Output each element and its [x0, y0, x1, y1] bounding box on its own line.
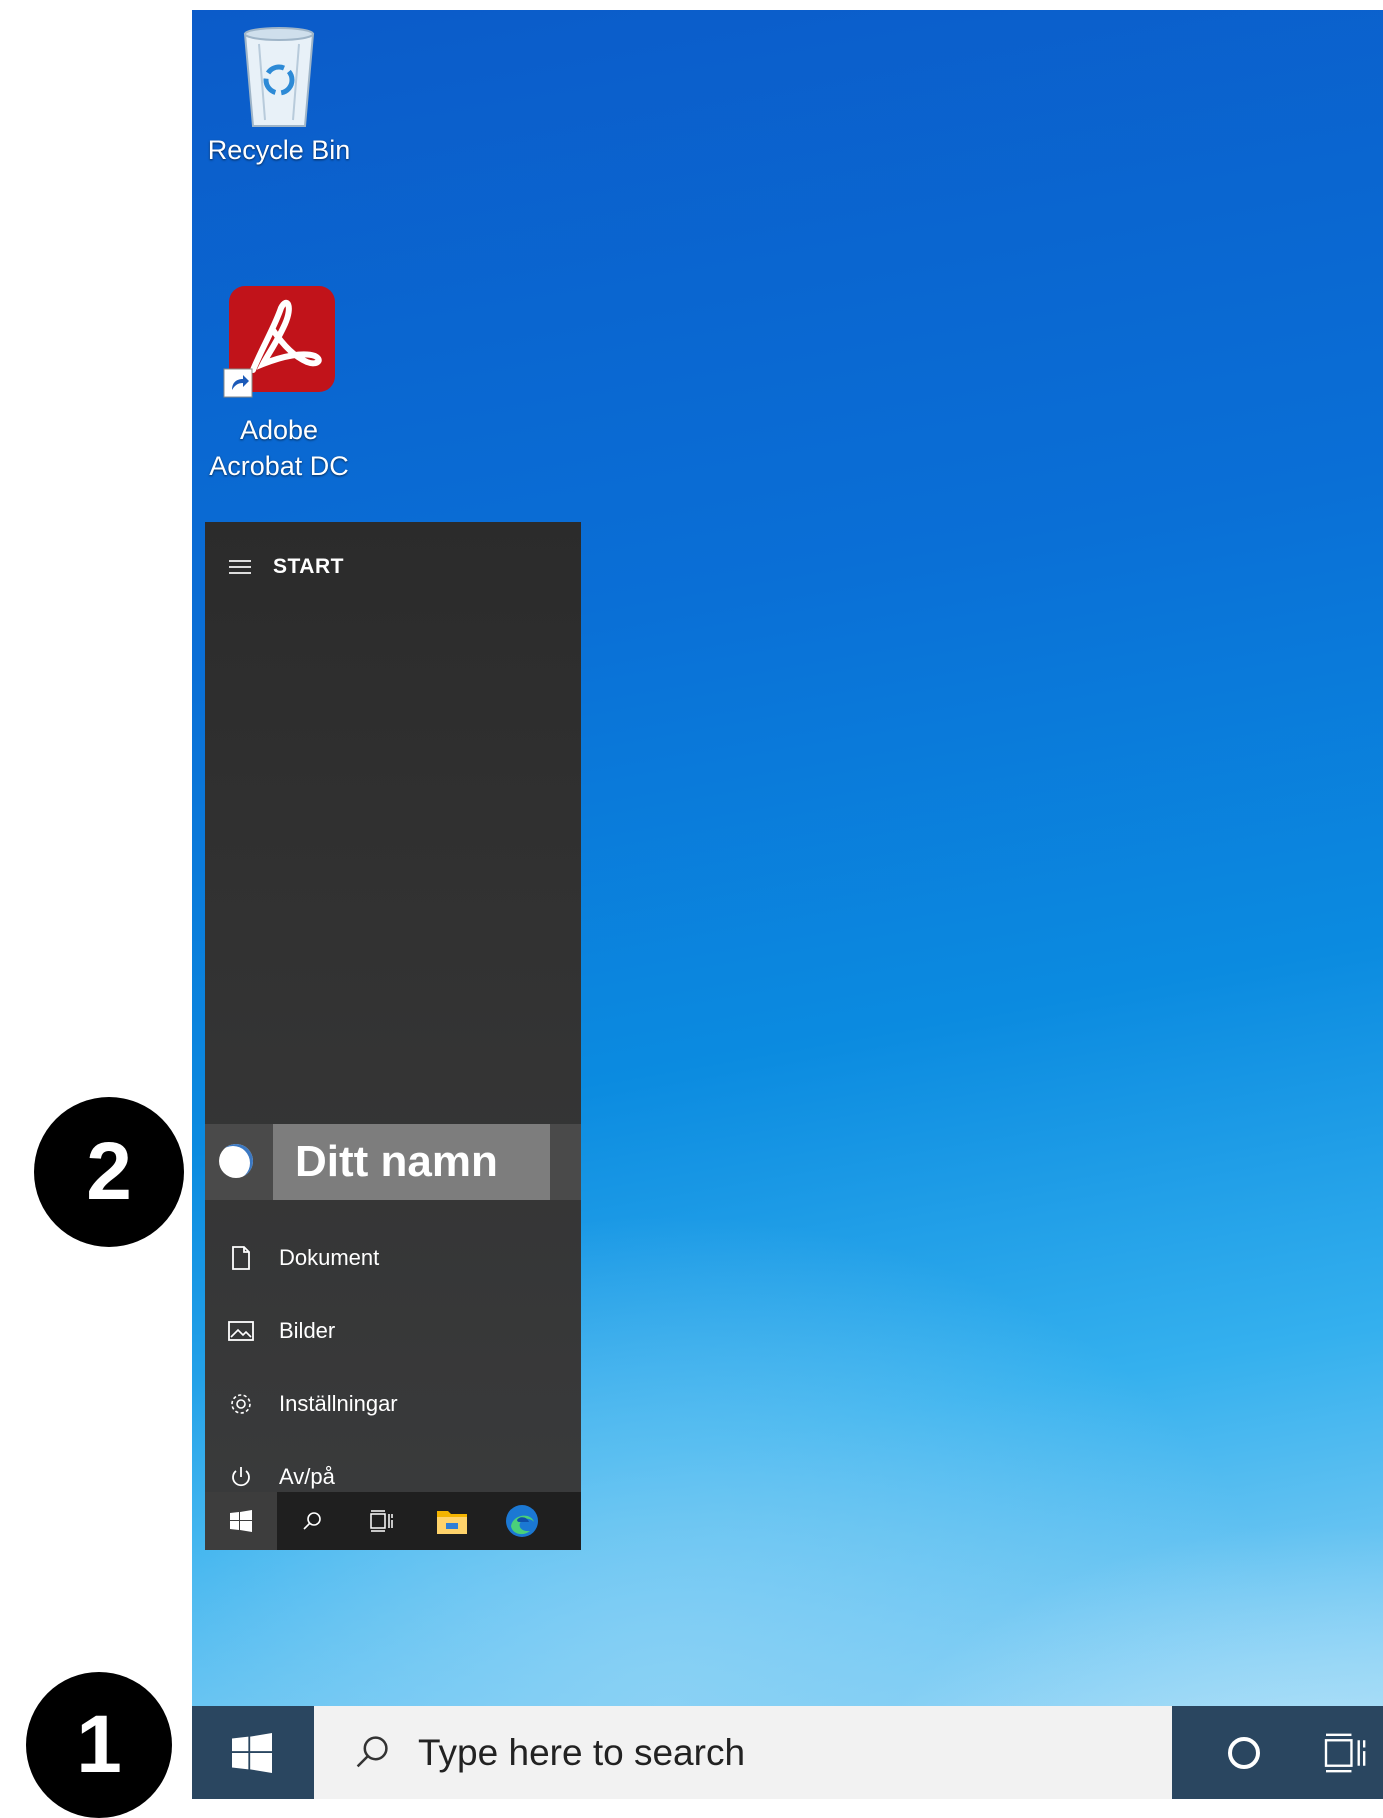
start-item-installningar-label: Inställningar: [279, 1391, 398, 1416]
start-item-installningar[interactable]: Inställningar: [205, 1374, 581, 1434]
file-explorer-icon: [437, 1511, 467, 1534]
user-name-label: Ditt namn: [273, 1124, 550, 1200]
cortana-button[interactable]: [1204, 1706, 1284, 1799]
mini-file-explorer-button[interactable]: [417, 1492, 487, 1550]
start-item-power-label: Av/på: [279, 1464, 335, 1489]
search-placeholder: Type here to search: [418, 1732, 746, 1773]
mini-edge-button[interactable]: [487, 1492, 557, 1550]
start-item-dokument[interactable]: Dokument: [205, 1228, 581, 1288]
task-view-icon: [370, 1510, 393, 1532]
windows-logo-icon: [230, 1510, 252, 1532]
callout-one-label: 1: [76, 1699, 122, 1790]
gear-icon: [227, 1390, 255, 1418]
windows-logo-icon: [232, 1732, 272, 1773]
power-icon: [227, 1463, 255, 1491]
taskbar-search-box[interactable]: Type here to search: [314, 1706, 1172, 1799]
mini-start-button[interactable]: [205, 1492, 277, 1550]
document-icon: [227, 1244, 255, 1272]
recycle-bin-label: Recycle Bin: [207, 135, 351, 165]
user-avatar-icon: [219, 1144, 253, 1178]
mini-task-view-button[interactable]: [347, 1492, 417, 1550]
search-icon: [303, 1512, 321, 1530]
start-item-dokument-label: Dokument: [279, 1245, 380, 1270]
start-menu: START Ditt namn Dokument Bilder Inställn…: [205, 522, 581, 1550]
hamburger-menu-icon[interactable]: [229, 560, 251, 574]
adobe-acrobat-label-line2: Acrobat DC: [209, 451, 349, 482]
callout-two-label: 2: [86, 1126, 132, 1217]
callout-number-two: 2: [34, 1097, 184, 1247]
cortana-circle-icon: [1228, 1736, 1260, 1769]
shortcut-arrow-icon: [223, 368, 253, 398]
pictures-icon: [227, 1317, 255, 1345]
search-icon: [356, 1736, 388, 1768]
start-item-bilder[interactable]: Bilder: [205, 1301, 581, 1361]
start-menu-mini-taskbar: [205, 1492, 581, 1550]
adobe-acrobat-label-line1: Adobe: [239, 415, 319, 445]
start-menu-title: START: [273, 555, 344, 578]
start-menu-header: START: [229, 552, 344, 582]
taskbar: Type here to search: [192, 1706, 1383, 1799]
user-account-item[interactable]: Ditt namn: [205, 1124, 581, 1200]
recycle-bin-icon: [243, 27, 315, 127]
callout-number-one: 1: [26, 1672, 172, 1818]
adobe-acrobat-shortcut[interactable]: Adobe Acrobat DC: [204, 286, 354, 485]
start-item-bilder-label: Bilder: [279, 1318, 336, 1343]
recycle-bin-shortcut[interactable]: Recycle Bin: [204, 24, 354, 168]
task-view-icon: [1324, 1733, 1366, 1772]
edge-browser-icon: [506, 1505, 538, 1537]
start-button[interactable]: [192, 1706, 312, 1799]
mini-search-button[interactable]: [277, 1492, 347, 1550]
task-view-button[interactable]: [1324, 1706, 1383, 1799]
